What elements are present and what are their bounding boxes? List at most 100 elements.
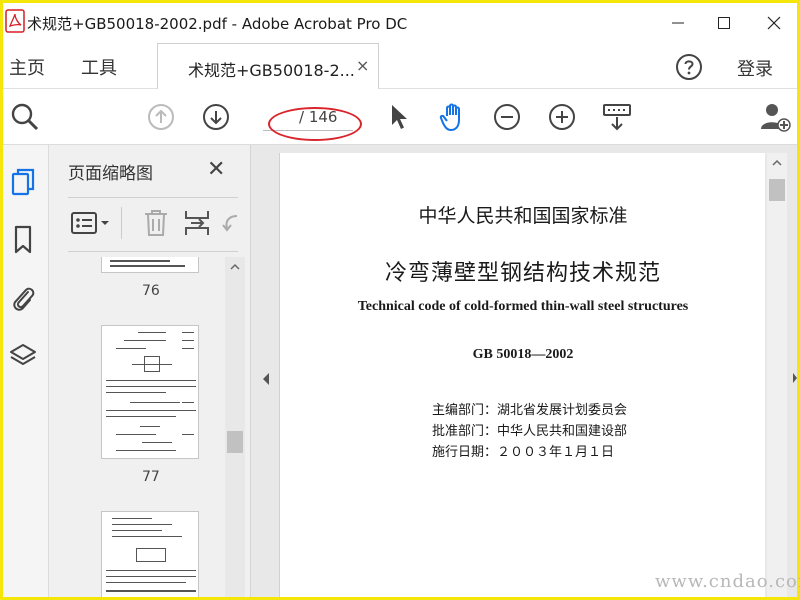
expand-right-pane-icon[interactable] (792, 371, 798, 385)
effective-date: 施行日期：２００３年１月１日 (432, 445, 615, 460)
thumbnail-text-line (106, 576, 196, 577)
thumbnail-text-line (182, 332, 194, 333)
thumbnail-text-line (116, 434, 156, 435)
thumbnail-page-78[interactable] (101, 511, 199, 597)
close-window-button[interactable] (751, 3, 797, 43)
help-icon[interactable] (675, 53, 703, 81)
search-button[interactable] (9, 101, 41, 133)
thumbnail-text-line (182, 434, 194, 435)
thumbnail-page-76[interactable] (101, 257, 199, 273)
standard-heading: 中华人民共和国国家标准 (418, 205, 628, 227)
thumbnail-text-line (106, 590, 196, 592)
thumbnail-text-line (106, 380, 196, 381)
maximize-icon (718, 17, 730, 29)
panel-divider (68, 251, 238, 252)
list-options-icon (71, 212, 109, 234)
insert-pages-icon (185, 211, 209, 235)
arrow-down-circle-icon (203, 104, 229, 130)
pages-icon (11, 168, 35, 196)
thumbnail-text-line (116, 348, 146, 349)
thumbnail-text-line (140, 426, 160, 427)
document-view: 中华人民共和国国家标准 冷弯薄壁型钢结构技术规范 Technical code … (251, 145, 797, 597)
cursor-arrow-icon (392, 105, 407, 129)
insert-page-button[interactable] (181, 207, 213, 239)
thumbnail-text-line (130, 402, 180, 403)
window-title: 术规范+GB50018-2002.pdf - Adobe Acrobat Pro… (27, 15, 408, 33)
zoom-in-button[interactable] (546, 101, 578, 133)
thumbnail-options-button[interactable] (68, 207, 112, 239)
maximize-button[interactable] (701, 3, 747, 43)
thumbnail-page-label: 77 (142, 469, 160, 485)
page-thumbnails-button[interactable] (8, 167, 38, 197)
keyboard-download-icon (603, 104, 631, 131)
thumbnail-text-line (110, 260, 170, 262)
paperclip-icon (13, 287, 35, 311)
minus-circle-icon (494, 104, 520, 130)
scroll-up-icon[interactable] (229, 261, 241, 273)
scrollbar-thumb[interactable] (769, 179, 785, 201)
minimize-button[interactable] (655, 3, 701, 43)
bookmarks-button[interactable] (8, 225, 38, 255)
select-tool-button[interactable] (383, 101, 415, 133)
scroll-up-icon[interactable] (771, 157, 783, 169)
delete-page-button[interactable] (139, 207, 173, 239)
page-total: / 146 (299, 108, 338, 126)
thumbnail-page-label: 76 (142, 283, 160, 299)
previous-page-button[interactable] (145, 101, 177, 133)
rotate-icon (222, 215, 238, 232)
minimize-icon (672, 22, 684, 24)
thumbnail-text-line (142, 442, 172, 443)
zoom-out-button[interactable] (491, 101, 523, 133)
title-bar: 术规范+GB50018-2002.pdf - Adobe Acrobat Pro… (3, 3, 797, 43)
layers-icon (10, 344, 36, 365)
thumbnail-text-line (182, 348, 194, 349)
login-button[interactable]: 登录 (737, 55, 773, 81)
tab-tools[interactable]: 工具 (81, 54, 117, 80)
page-display-button[interactable] (601, 101, 633, 133)
share-user-button[interactable] (759, 101, 791, 133)
thumbnail-page-77[interactable] (101, 325, 199, 459)
document-scrollbar[interactable] (767, 153, 787, 597)
thumbnail-text-line (112, 530, 162, 531)
collapse-left-pane-icon[interactable] (261, 371, 271, 387)
trash-icon (145, 210, 167, 236)
menu-bar: 主页 工具 术规范+GB50018-2... × 登录 (3, 43, 797, 89)
thumbnail-text-line (106, 410, 196, 411)
scrollbar-thumb[interactable] (227, 431, 243, 453)
panel-divider (68, 197, 238, 198)
thumbnail-text-line (132, 364, 172, 365)
editor-department: 主编部门：湖北省发展计划委员会 (432, 403, 628, 418)
toolbar: / 146 (3, 89, 797, 145)
plus-circle-icon (549, 104, 575, 130)
tab-home[interactable]: 主页 (9, 54, 45, 80)
close-panel-button[interactable]: ✕ (207, 157, 225, 182)
thumbnail-text-line (112, 524, 172, 525)
thumbnail-text-line (110, 265, 185, 267)
pdf-page: 中华人民共和国国家标准 冷弯薄壁型钢结构技术规范 Technical code … (279, 153, 765, 597)
thumbnail-text-line (106, 392, 166, 393)
hand-tool-button[interactable] (437, 101, 469, 133)
document-title-en: Technical code of cold-formed thin-wall … (357, 299, 689, 314)
document-title-cn: 冷弯薄壁型钢结构技术规范 (384, 261, 661, 286)
close-tab-button[interactable]: × (356, 56, 369, 75)
standard-code: GB 50018—2002 (472, 347, 574, 362)
thumbnail-text-line (106, 386, 196, 387)
page-number-input[interactable] (267, 108, 291, 128)
thumbnail-scrollbar[interactable] (225, 257, 245, 597)
page-thumbnails-panel: 页面缩略图 ✕ 76 77 (49, 145, 251, 597)
rotate-page-button[interactable] (219, 207, 239, 239)
close-icon (767, 16, 781, 30)
thumbnail-text-line (106, 582, 186, 583)
attachments-button[interactable] (8, 283, 38, 313)
hand-icon (439, 103, 460, 131)
tab-document[interactable]: 术规范+GB50018-2... × (157, 43, 379, 89)
bookmark-icon (14, 225, 32, 254)
search-zoom-icon (11, 103, 39, 131)
navigation-pane (3, 145, 49, 597)
acrobat-logo-icon (5, 9, 25, 33)
thumbnail-text-line (124, 340, 166, 341)
next-page-button[interactable] (200, 101, 232, 133)
layers-button[interactable] (8, 341, 38, 371)
thumbnail-text-line (112, 518, 152, 519)
thumbnail-text-line (106, 570, 196, 571)
